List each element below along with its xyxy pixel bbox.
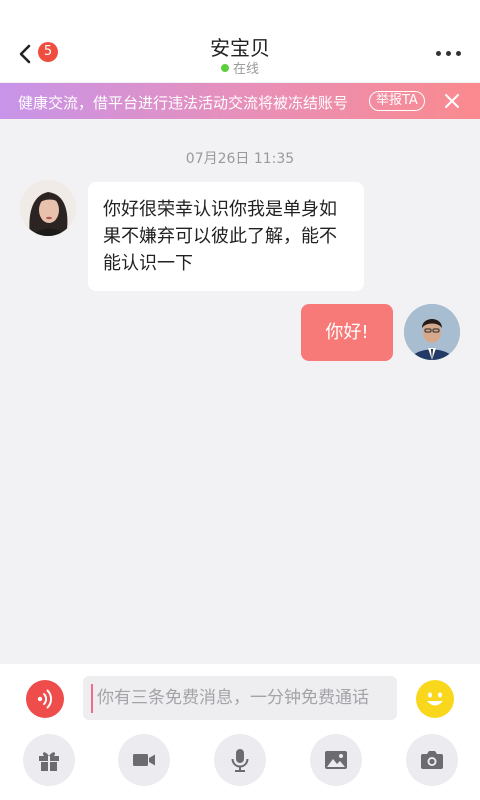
status-label: 在线 — [232, 62, 259, 77]
gift-icon — [39, 752, 59, 771]
smiley-icon — [427, 692, 443, 706]
male-avatar-icon — [404, 304, 460, 360]
composer-bar — [0, 664, 480, 800]
report-button[interactable]: 举报TA — [369, 91, 425, 111]
message-timestamp: 07月26日 11:35 — [185, 151, 295, 167]
video-call-button[interactable] — [118, 734, 170, 786]
online-dot-icon — [220, 64, 229, 72]
incoming-message-bubble: 你好很荣幸认识你我是单身如果不嫌弃可以彼此了解，能不能认识一下 — [88, 182, 364, 291]
video-call-icon — [133, 754, 155, 766]
camera-button[interactable] — [406, 734, 458, 786]
chat-header: 5 安宝贝 在线 — [0, 0, 480, 82]
gift-button[interactable] — [23, 734, 75, 786]
emoji-button[interactable] — [416, 680, 454, 718]
notice-banner: 健康交流，借平台进行违法活动交流将被冻结账号 举报TA — [0, 83, 480, 119]
message-input[interactable] — [83, 676, 397, 720]
female-avatar-icon — [20, 180, 76, 236]
close-icon — [445, 94, 459, 108]
voice-input-button[interactable] — [26, 680, 64, 718]
page-title: 安宝贝 — [210, 36, 270, 60]
close-banner-button[interactable] — [444, 93, 460, 109]
more-dots-icon — [436, 51, 441, 56]
microphone-icon — [231, 749, 249, 772]
voice-wave-icon — [37, 689, 52, 709]
more-options-button[interactable] — [436, 44, 462, 64]
notice-text: 健康交流，借平台进行违法活动交流将被冻结账号 — [18, 94, 349, 112]
online-status: 在线 — [0, 58, 480, 77]
send-image-button[interactable] — [310, 734, 362, 786]
my-avatar[interactable] — [404, 304, 460, 360]
other-user-avatar[interactable] — [20, 180, 76, 236]
image-icon — [325, 751, 347, 769]
text-caret — [91, 684, 93, 713]
outgoing-message-bubble: 你好! — [301, 304, 393, 361]
voice-message-button[interactable] — [214, 734, 266, 786]
camera-icon — [421, 751, 443, 769]
